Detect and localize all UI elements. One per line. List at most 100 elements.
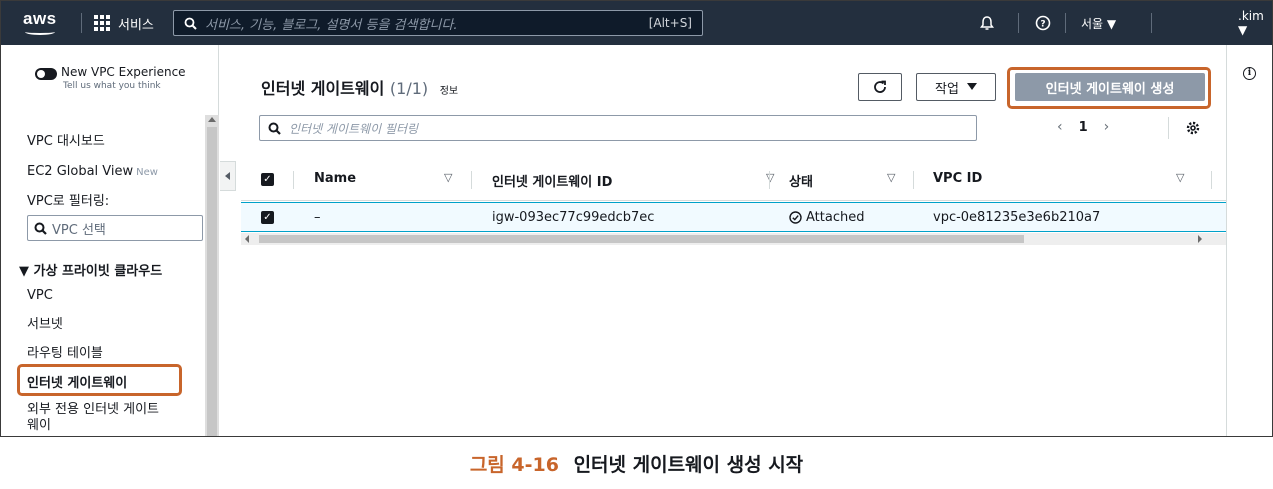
sidebar-item-label: 서브넷 bbox=[27, 317, 63, 332]
scroll-left-arrow-icon[interactable] bbox=[245, 235, 249, 243]
vpc-select-placeholder: VPC 선택 bbox=[52, 222, 106, 238]
refresh-icon bbox=[874, 80, 886, 93]
figure-caption: 그림 4-16 인터넷 게이트웨이 생성 시작 bbox=[0, 450, 1273, 477]
cell-igw-id[interactable]: igw-093ec77c99edcb7ec bbox=[492, 210, 654, 225]
nav-divider bbox=[81, 13, 82, 33]
sidebar-section-label: ▼ 가상 프라이빗 클라우드 bbox=[19, 264, 163, 279]
cell-vpc-id[interactable]: vpc-0e81235e3e6b210a7 bbox=[933, 210, 1100, 225]
search-shortcut: [Alt+S] bbox=[648, 16, 692, 30]
state-label: Attached bbox=[806, 210, 865, 225]
bell-icon bbox=[980, 16, 994, 30]
sort-icon[interactable]: ▽ bbox=[766, 171, 774, 184]
sidebar-item-label: VPC로 필터링: bbox=[27, 194, 110, 209]
actions-button[interactable]: 작업 bbox=[916, 73, 996, 101]
vpc-select-input[interactable]: VPC 선택 bbox=[27, 215, 203, 241]
page-number[interactable]: 1 bbox=[1079, 120, 1088, 135]
scroll-up-arrow-icon[interactable] bbox=[208, 117, 216, 122]
new-badge: New bbox=[136, 167, 158, 178]
table-row[interactable]: ✓ – igw-093ec77c99edcb7ec Attached vpc-0… bbox=[241, 202, 1226, 232]
region-selector[interactable]: 서울 ▼ bbox=[1081, 11, 1116, 35]
sidebar-item-label: 라우팅 테이블 bbox=[27, 346, 103, 361]
toggle-subtitle[interactable]: Tell us what you think bbox=[63, 79, 186, 93]
cell-state: Attached bbox=[789, 210, 864, 225]
console-window: aws 서비스 서비스, 기능, 블로그, 설명서 등을 검색합니다. [Alt… bbox=[0, 0, 1273, 437]
new-experience-toggle[interactable] bbox=[35, 68, 57, 80]
new-experience-text: New VPC Experience Tell us what you thin… bbox=[61, 65, 186, 93]
sidebar-item-label: VPC bbox=[27, 288, 53, 303]
collapse-sidebar-button[interactable] bbox=[220, 161, 236, 191]
sidebar-item-vpc[interactable]: VPC bbox=[27, 288, 53, 303]
scrollbar-thumb[interactable] bbox=[207, 127, 217, 436]
item-count: (1/1) bbox=[389, 79, 429, 98]
sort-icon[interactable]: ▽ bbox=[444, 171, 452, 184]
sidebar-item-label-cont: 웨이 bbox=[27, 418, 51, 433]
info-link[interactable]: 정보 bbox=[440, 86, 458, 97]
settings-gear-icon[interactable] bbox=[1185, 120, 1201, 140]
account-menu[interactable]: .kim ▼ bbox=[1238, 9, 1272, 37]
account-label: .kim ▼ bbox=[1238, 9, 1264, 37]
help-button[interactable]: ? bbox=[1035, 11, 1051, 35]
column-divider bbox=[293, 171, 294, 189]
sort-icon[interactable]: ▽ bbox=[1176, 171, 1184, 184]
top-navigation: aws 서비스 서비스, 기능, 블로그, 설명서 등을 검색합니다. [Alt… bbox=[1, 1, 1272, 45]
figure-number: 그림 4-16 bbox=[469, 454, 559, 476]
nav-divider bbox=[1065, 13, 1066, 33]
sidebar-item-subnets[interactable]: 서브넷 bbox=[27, 313, 63, 332]
column-divider bbox=[913, 171, 914, 189]
next-page-icon[interactable]: › bbox=[1104, 119, 1110, 135]
vpc-filter-label: VPC로 필터링: bbox=[27, 190, 109, 209]
sidebar-item-egress-only-igw[interactable]: 외부 전용 인터넷 게이트 웨이 bbox=[27, 402, 159, 434]
refresh-button[interactable] bbox=[858, 73, 902, 101]
region-label: 서울 ▼ bbox=[1081, 16, 1117, 31]
main-content: 인터넷 게이트웨이 (1/1) 정보 작업 인터넷 게이트웨이 생성 인터넷 게… bbox=[241, 45, 1226, 436]
column-header-vpc-id[interactable]: VPC ID bbox=[933, 171, 982, 186]
services-label: 서비스 bbox=[118, 17, 154, 33]
page-title: 인터넷 게이트웨이 (1/1) 정보 bbox=[261, 75, 458, 99]
scroll-right-arrow-icon[interactable] bbox=[1198, 235, 1202, 243]
help-panel-rail: i bbox=[1226, 45, 1272, 436]
global-search-input[interactable]: 서비스, 기능, 블로그, 설명서 등을 검색합니다. [Alt+S] bbox=[173, 10, 703, 36]
column-header-name[interactable]: Name bbox=[314, 171, 356, 186]
aws-logo[interactable]: aws bbox=[23, 9, 63, 37]
sidebar-item-ec2-global-view[interactable]: EC2 Global View New bbox=[27, 164, 158, 179]
scrollbar-thumb[interactable] bbox=[259, 235, 1024, 243]
sidebar-section-vpc[interactable]: ▼ 가상 프라이빗 클라우드 bbox=[19, 260, 162, 279]
grid-icon bbox=[94, 15, 110, 31]
help-icon: ? bbox=[1035, 15, 1051, 31]
filter-input[interactable]: 인터넷 게이트웨이 필터링 bbox=[259, 115, 977, 141]
svg-text:?: ? bbox=[1040, 20, 1045, 30]
column-header-igw-id[interactable]: 인터넷 게이트웨이 ID bbox=[492, 171, 612, 190]
nav-divider bbox=[1018, 13, 1019, 33]
cell-name: – bbox=[314, 210, 321, 225]
info-icon[interactable]: i bbox=[1243, 67, 1256, 80]
sidebar-scrollbar[interactable] bbox=[205, 115, 219, 436]
column-divider bbox=[769, 171, 770, 189]
search-icon bbox=[268, 122, 281, 135]
select-all-checkbox[interactable]: ✓ bbox=[261, 173, 274, 186]
sidebar-item-dashboard[interactable]: VPC 대시보드 bbox=[27, 130, 105, 149]
services-menu-button[interactable]: 서비스 bbox=[94, 11, 154, 35]
column-divider bbox=[1211, 171, 1212, 189]
pagination: ‹ 1 › bbox=[1057, 119, 1109, 135]
caret-down-icon bbox=[966, 83, 977, 90]
sidebar-item-label: 외부 전용 인터넷 게이트 bbox=[27, 402, 159, 417]
sidebar-item-route-tables[interactable]: 라우팅 테이블 bbox=[27, 342, 103, 361]
sort-icon[interactable]: ▽ bbox=[887, 171, 895, 184]
table-horizontal-scrollbar[interactable] bbox=[241, 233, 1226, 245]
notifications-button[interactable] bbox=[979, 11, 995, 35]
page-title-text: 인터넷 게이트웨이 bbox=[261, 79, 385, 98]
highlight-box-create bbox=[1007, 67, 1211, 109]
row-checkbox[interactable]: ✓ bbox=[261, 211, 274, 224]
search-placeholder: 서비스, 기능, 블로그, 설명서 등을 검색합니다. bbox=[205, 17, 458, 33]
toggle-title: New VPC Experience bbox=[61, 65, 186, 79]
highlight-box-sidebar bbox=[17, 364, 182, 396]
nav-divider bbox=[1151, 13, 1152, 33]
sidebar-item-label: VPC 대시보드 bbox=[27, 134, 105, 149]
table-header: ✓ Name ▽ 인터넷 게이트웨이 ID ▽ 상태 ▽ VPC ID ▽ bbox=[241, 157, 1226, 201]
check-circle-icon bbox=[789, 211, 802, 224]
column-header-state[interactable]: 상태 bbox=[789, 171, 813, 190]
actions-label: 작업 bbox=[935, 81, 959, 97]
prev-page-icon[interactable]: ‹ bbox=[1057, 119, 1063, 135]
search-icon bbox=[184, 17, 197, 30]
column-divider bbox=[471, 171, 472, 189]
